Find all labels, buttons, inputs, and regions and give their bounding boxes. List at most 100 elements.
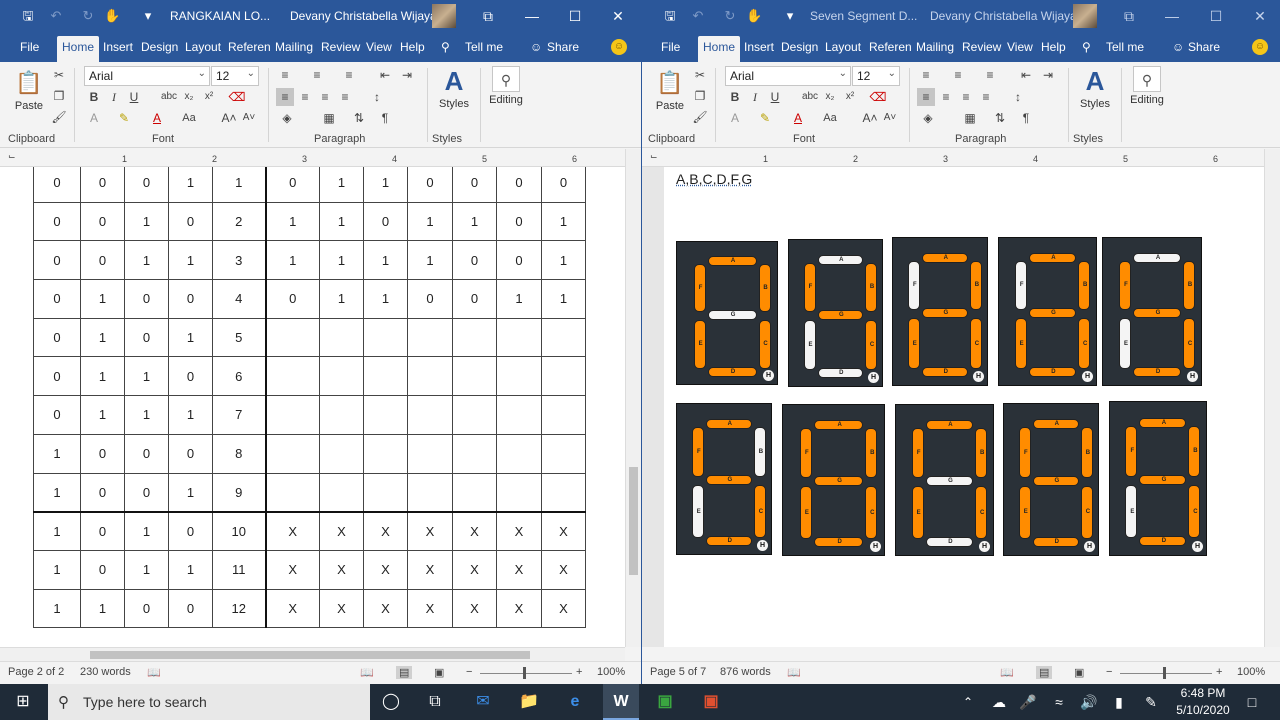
tell-me-search[interactable]: Tell me — [1106, 40, 1144, 54]
tab-insert[interactable]: Insert — [744, 40, 774, 54]
table-cell[interactable] — [363, 472, 408, 513]
table-cell[interactable]: 1 — [168, 317, 213, 358]
table-cell[interactable]: 1 — [407, 240, 453, 281]
tab-mailings[interactable]: Mailing — [275, 40, 313, 54]
table-cell[interactable]: 1 — [452, 201, 497, 242]
change-case-icon[interactable]: Aa — [180, 109, 198, 127]
table-cell[interactable]: 1 — [168, 549, 213, 590]
table-cell[interactable]: X — [541, 510, 586, 551]
cut-icon[interactable]: ✂ — [691, 66, 709, 84]
table-cell[interactable]: X — [264, 588, 320, 629]
tab-file[interactable]: File — [661, 40, 680, 54]
grow-font-icon[interactable]: A˄ — [861, 109, 879, 127]
table-cell[interactable]: 1 — [264, 201, 320, 242]
table-cell[interactable]: 1 — [33, 549, 81, 590]
table-cell[interactable]: 1 — [33, 588, 81, 629]
table-cell[interactable] — [496, 395, 542, 435]
vertical-scrollbar[interactable] — [1264, 149, 1280, 647]
table-cell[interactable] — [407, 356, 453, 397]
table-cell[interactable]: 1 — [541, 279, 586, 319]
scroll-thumb[interactable] — [629, 467, 638, 575]
strikethrough-button[interactable]: abc — [799, 88, 821, 106]
table-cell[interactable]: 11 — [212, 549, 266, 590]
subscript-button[interactable]: x₂ — [821, 88, 839, 106]
tab-file[interactable]: File — [20, 40, 39, 54]
tab-view[interactable]: View — [366, 40, 392, 54]
tab-view[interactable]: View — [1007, 40, 1033, 54]
table-cell[interactable]: 0 — [496, 167, 542, 203]
table-cell[interactable]: 0 — [33, 201, 81, 242]
table-cell[interactable]: X — [319, 549, 364, 590]
table-cell[interactable]: 1 — [363, 167, 408, 203]
table-cell[interactable] — [496, 433, 542, 474]
seven-segment-display[interactable]: A G D F B E C H — [782, 404, 885, 556]
table-cell[interactable] — [363, 317, 408, 358]
word-taskbar-icon[interactable]: W — [603, 684, 639, 720]
table-cell[interactable]: 3 — [212, 240, 266, 281]
table-cell[interactable] — [264, 433, 320, 474]
seven-segment-display[interactable]: A G D F B E C H — [998, 237, 1097, 386]
copy-icon[interactable]: ❐ — [50, 87, 68, 105]
table-cell[interactable]: 1 — [124, 240, 169, 281]
feedback-smiley-icon[interactable]: ☺ — [611, 39, 627, 55]
undo-icon[interactable]: ↶ — [690, 8, 706, 24]
table-cell[interactable]: 0 — [452, 167, 497, 203]
table-cell[interactable]: 1 — [80, 395, 125, 435]
table-cell[interactable]: 0 — [452, 240, 497, 281]
table-cell[interactable] — [452, 395, 497, 435]
tab-layout[interactable]: Layout — [185, 40, 221, 54]
table-cell[interactable] — [264, 395, 320, 435]
windows-start-icon[interactable]: ⊞ — [8, 684, 38, 720]
table-cell[interactable] — [319, 395, 364, 435]
table-cell[interactable]: 1 — [33, 433, 81, 474]
table-cell[interactable]: 0 — [33, 167, 81, 203]
tell-me-search[interactable]: Tell me — [465, 40, 503, 54]
seven-segment-display[interactable]: A G D F B E C H — [1102, 237, 1202, 386]
align-left-icon[interactable]: ≡ — [276, 88, 294, 106]
word-count[interactable]: 230 words — [80, 666, 131, 678]
table-cell[interactable]: X — [407, 549, 453, 590]
seven-segment-display[interactable]: A G D F B E C H — [1109, 401, 1207, 556]
paste-button[interactable]: 📋 Paste — [10, 68, 48, 112]
borders-icon[interactable]: ▦ — [320, 109, 338, 127]
save-icon[interactable]: 🖫 — [20, 8, 36, 24]
document-page[interactable]: 0001101100000010211011010011311110010100… — [0, 167, 625, 647]
tab-help[interactable]: Help — [400, 40, 425, 54]
shading-icon[interactable]: ◈ — [919, 109, 937, 127]
table-cell[interactable]: 10 — [212, 510, 266, 551]
table-cell[interactable]: X — [319, 510, 364, 551]
table-cell[interactable]: 0 — [124, 167, 169, 203]
bullets-icon[interactable]: ≡ — [917, 66, 935, 84]
table-cell[interactable]: 0 — [33, 240, 81, 281]
table-cell[interactable]: 9 — [212, 472, 266, 513]
subscript-button[interactable]: x₂ — [180, 88, 198, 106]
increase-indent-icon[interactable]: ⇥ — [398, 66, 416, 84]
table-cell[interactable] — [319, 433, 364, 474]
font-size-box[interactable]: 12 ⌄ — [852, 66, 900, 86]
show-hidden-icons-icon[interactable]: ⌃ — [958, 684, 978, 720]
table-cell[interactable]: 5 — [212, 317, 266, 358]
clock-time[interactable]: 6:48 PM — [1172, 686, 1234, 700]
shrink-font-icon[interactable]: A˅ — [240, 109, 258, 127]
line-spacing-icon[interactable]: ↕ — [368, 88, 386, 106]
bullets-icon[interactable]: ≡ — [276, 66, 294, 84]
multilevel-list-icon[interactable]: ≡ — [981, 66, 999, 84]
touch-mode-icon[interactable]: ✋ — [104, 8, 120, 24]
table-cell[interactable]: 1 — [33, 510, 81, 551]
editing-button[interactable]: ⚲ Editing — [486, 66, 526, 106]
table-cell[interactable]: 0 — [124, 472, 169, 513]
highlight-icon[interactable]: ✎ — [115, 109, 133, 127]
align-left-icon[interactable]: ≡ — [917, 88, 935, 106]
horizontal-ruler[interactable]: ⌙ 1 2 3 4 5 6 — [642, 149, 1280, 167]
customize-qat-icon[interactable]: ▾ — [140, 8, 156, 24]
edge-icon[interactable]: e — [562, 684, 588, 720]
scroll-thumb[interactable] — [90, 651, 530, 659]
table-cell[interactable] — [452, 433, 497, 474]
table-cell[interactable]: 1 — [319, 167, 364, 203]
text-effects-icon[interactable]: A — [726, 109, 744, 127]
print-layout-icon[interactable]: ▤ — [1036, 666, 1053, 679]
table-cell[interactable] — [452, 356, 497, 397]
italic-button[interactable]: I — [746, 88, 764, 106]
underline-button[interactable]: U — [766, 88, 784, 106]
chevron-down-icon[interactable]: ⌄ — [247, 68, 255, 79]
